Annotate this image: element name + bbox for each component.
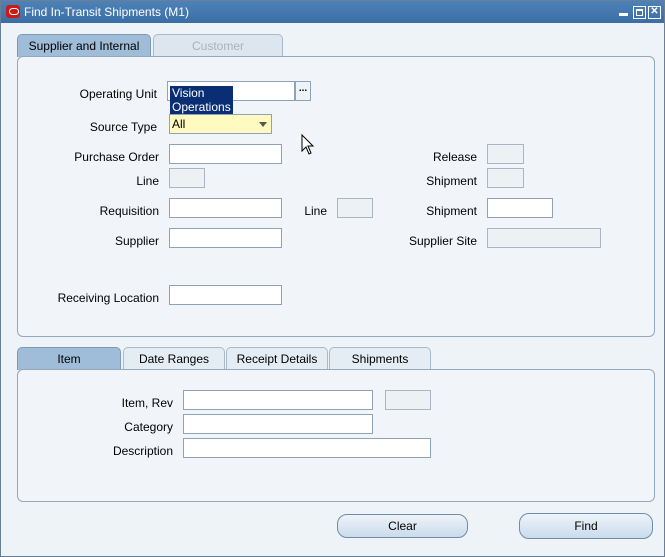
tab-shipments[interactable]: Shipments: [329, 347, 431, 370]
po-line-field[interactable]: [169, 168, 205, 188]
tab-supplier-and-internal[interactable]: Supplier and Internal: [17, 34, 151, 57]
tab-date-ranges[interactable]: Date Ranges: [123, 347, 225, 370]
find-button[interactable]: Find: [519, 513, 653, 539]
supplier-label: Supplier: [114, 234, 159, 248]
supplier-field[interactable]: [169, 228, 282, 248]
window-title: Find In-Transit Shipments (M1): [24, 5, 189, 19]
item-field[interactable]: [183, 390, 373, 410]
operating-unit-value: Vision Operations: [170, 86, 233, 114]
operating-unit-field[interactable]: Vision Operations: [167, 81, 295, 114]
close-icon[interactable]: ✕: [648, 6, 661, 19]
mouse-pointer-icon: [301, 134, 315, 155]
find-in-transit-window: Find In-Transit Shipments (M1) ✕ Supplie…: [0, 0, 665, 557]
operating-unit-label: Operating Unit: [79, 87, 157, 101]
supplier-site-label: Supplier Site: [408, 234, 477, 248]
revision-field[interactable]: [385, 390, 431, 410]
source-type-value: All: [172, 117, 186, 131]
release-label: Release: [432, 150, 477, 164]
operating-unit-lov-button[interactable]: ...: [295, 81, 311, 101]
item-panel: [17, 369, 655, 502]
requisition-label: Requisition: [99, 204, 159, 218]
release-field[interactable]: [487, 144, 524, 164]
supplier-site-field[interactable]: [487, 228, 601, 248]
category-field[interactable]: [183, 414, 373, 434]
item-rev-label: Item, Rev: [121, 396, 173, 410]
req-shipment-label: Shipment: [426, 204, 477, 218]
source-type-select[interactable]: All: [169, 114, 272, 134]
requisition-field[interactable]: [169, 198, 282, 218]
receiving-location-label: Receiving Location: [57, 291, 159, 305]
source-type-label: Source Type: [89, 120, 157, 134]
po-line-label: Line: [136, 174, 159, 188]
clear-button[interactable]: Clear: [337, 514, 468, 538]
purchase-order-field[interactable]: [169, 144, 282, 164]
tab-receipt-details[interactable]: Receipt Details: [226, 347, 328, 370]
tab-item[interactable]: Item: [17, 347, 121, 370]
maximize-icon[interactable]: [633, 6, 646, 19]
description-field[interactable]: [183, 438, 431, 458]
receiving-location-field[interactable]: [169, 285, 282, 305]
purchase-order-label: Purchase Order: [74, 150, 159, 164]
oracle-logo-icon: [6, 5, 20, 18]
po-shipment-label: Shipment: [426, 174, 477, 188]
description-label: Description: [112, 444, 173, 458]
minimize-icon[interactable]: [618, 6, 629, 17]
req-line-field[interactable]: [337, 198, 373, 218]
title-bar[interactable]: Find In-Transit Shipments (M1) ✕: [1, 1, 664, 23]
tab-customer[interactable]: Customer: [153, 34, 283, 57]
req-line-label: Line: [304, 204, 327, 218]
chevron-down-icon: [259, 122, 267, 127]
po-shipment-field[interactable]: [487, 168, 524, 188]
category-label: Category: [124, 420, 173, 434]
req-shipment-field[interactable]: [487, 198, 553, 218]
